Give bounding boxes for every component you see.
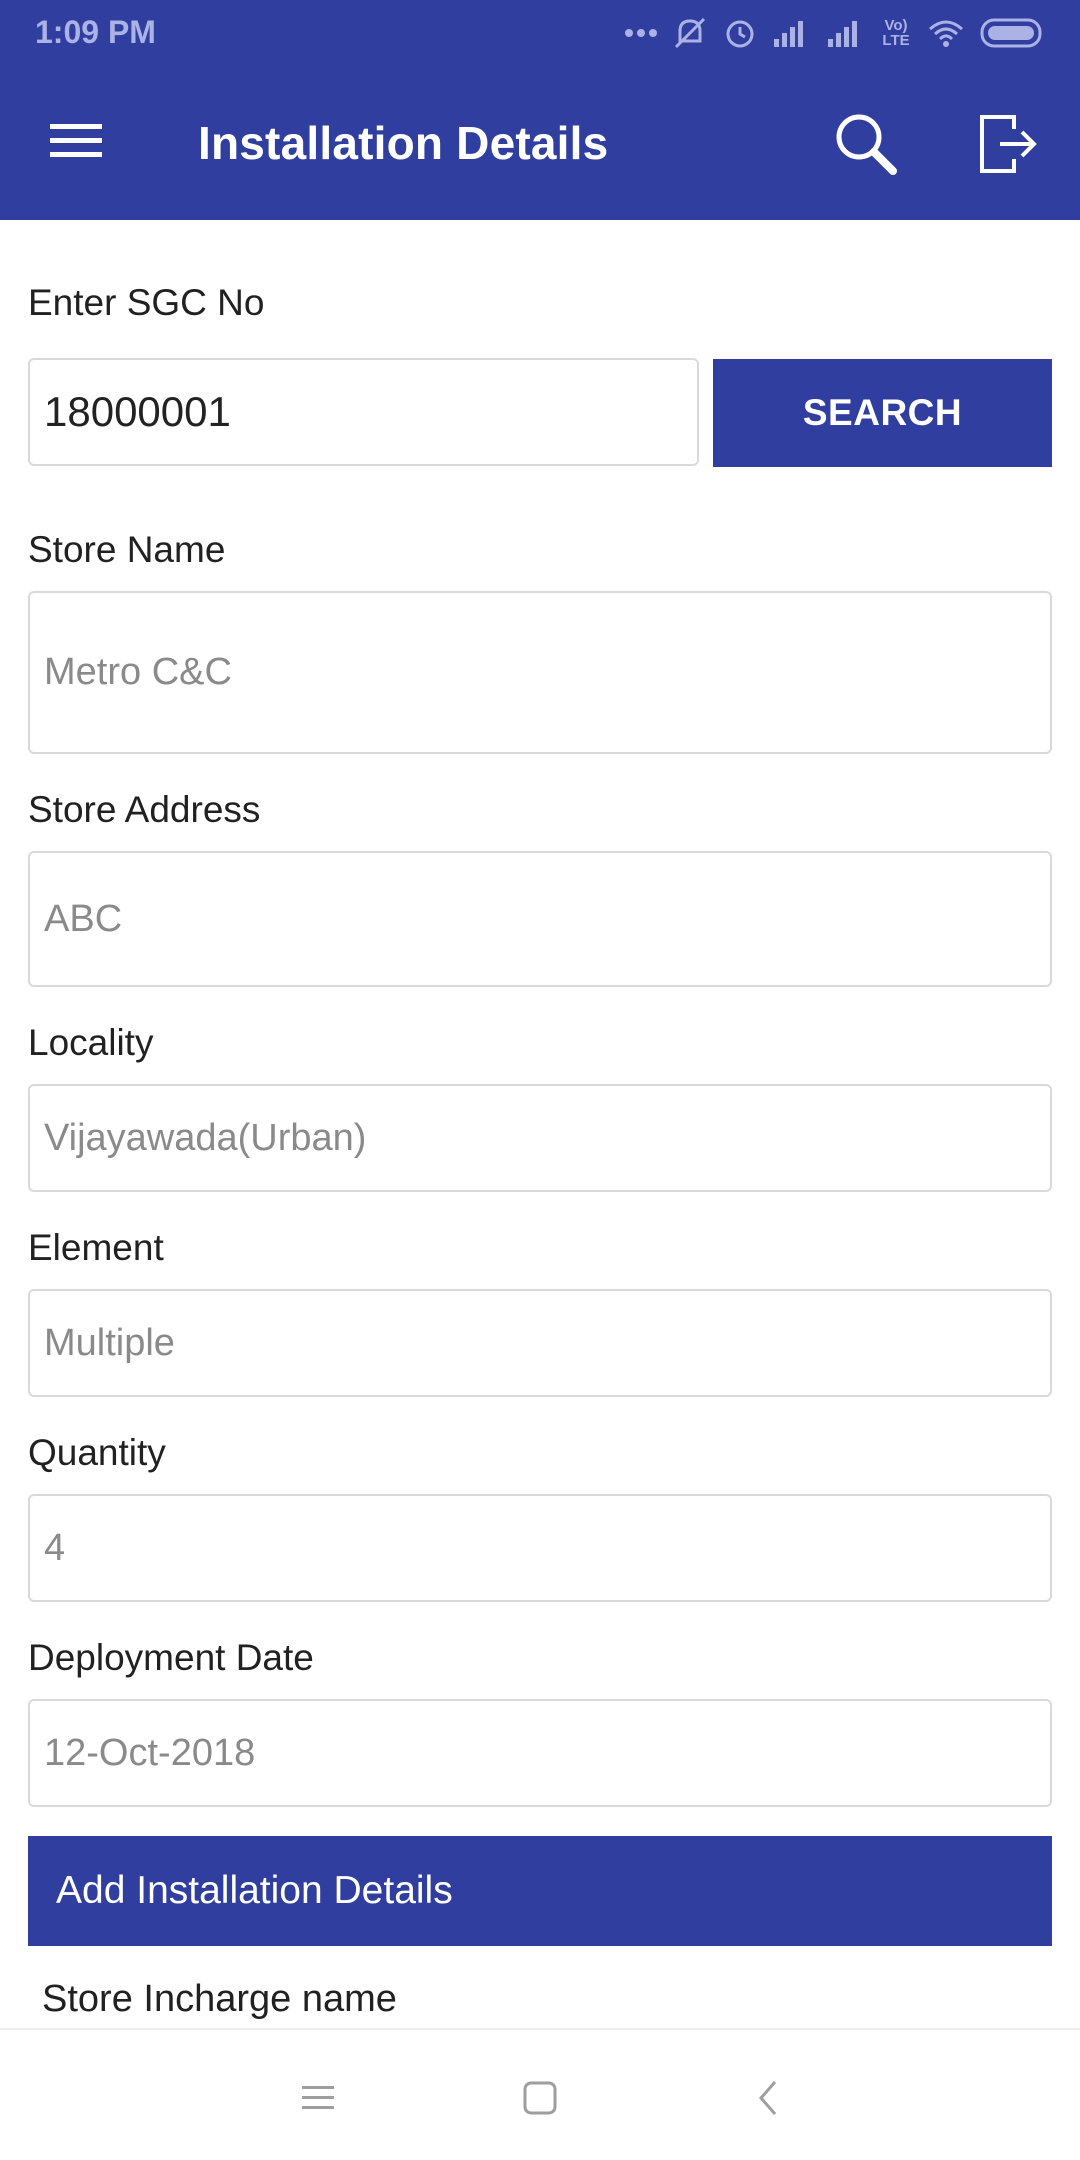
element-label: Element (28, 1227, 164, 1268)
search-icon (833, 111, 899, 182)
status-bar: 1:09 PM Vo) LTE (0, 0, 1080, 66)
battery-icon (980, 17, 1046, 49)
deployment-date-field[interactable]: 12-Oct-2018 (28, 1699, 1052, 1807)
more-dots-icon (624, 27, 658, 39)
store-name-value: Metro C&C (44, 651, 232, 693)
mute-icon (672, 15, 708, 51)
sgc-input-value: 18000001 (44, 388, 231, 435)
app-screen: 1:09 PM Vo) LTE Installation Details Ent… (0, 0, 1080, 2160)
store-address-field[interactable]: ABC (28, 851, 1052, 987)
volte-icon: Vo) LTE (882, 17, 910, 49)
quantity-field[interactable]: 4 (28, 1494, 1052, 1602)
locality-label: Locality (28, 1022, 154, 1063)
add-installation-details-header[interactable]: Add Installation Details (28, 1836, 1052, 1946)
sgc-input[interactable]: 18000001 (28, 358, 699, 466)
home-icon (522, 2080, 558, 2121)
alarm-icon (722, 15, 758, 51)
page-title: Installation Details (198, 117, 609, 169)
status-time: 1:09 PM (35, 14, 156, 50)
logout-icon (978, 113, 1038, 180)
recents-icon (300, 2083, 336, 2118)
menu-button[interactable] (36, 110, 116, 174)
wifi-icon (926, 17, 966, 49)
back-icon (755, 2078, 781, 2123)
locality-value: Vijayawada(Urban) (44, 1116, 367, 1159)
system-nav-bar (0, 2028, 1080, 2160)
deployment-date-label: Deployment Date (28, 1637, 314, 1678)
signal-icon (772, 17, 812, 49)
home-button[interactable] (500, 2060, 580, 2140)
quantity-value: 4 (44, 1526, 66, 1569)
element-value: Multiple (44, 1321, 175, 1364)
quantity-label: Quantity (28, 1432, 166, 1473)
app-bar: Installation Details (0, 66, 1080, 220)
section-title: Add Installation Details (56, 1869, 453, 1912)
back-button[interactable] (728, 2060, 808, 2140)
status-icons: Vo) LTE (624, 12, 1046, 54)
store-name-field[interactable]: Metro C&C (28, 591, 1052, 754)
element-field[interactable]: Multiple (28, 1289, 1052, 1397)
store-address-label: Store Address (28, 789, 261, 830)
recents-button[interactable] (278, 2060, 358, 2140)
logout-button[interactable] (968, 106, 1048, 186)
store-address-value: ABC (44, 897, 123, 940)
signal-icon (826, 17, 866, 49)
store-incharge-name-label: Store Incharge name (42, 1978, 397, 2020)
sgc-search-button[interactable]: SEARCH (713, 359, 1052, 467)
deployment-date-value: 12-Oct-2018 (44, 1731, 256, 1774)
search-action-button[interactable] (826, 106, 906, 186)
sgc-label: Enter SGC No (28, 282, 265, 323)
hamburger-menu-icon (50, 120, 102, 165)
store-name-label: Store Name (28, 529, 226, 570)
locality-field[interactable]: Vijayawada(Urban) (28, 1084, 1052, 1192)
